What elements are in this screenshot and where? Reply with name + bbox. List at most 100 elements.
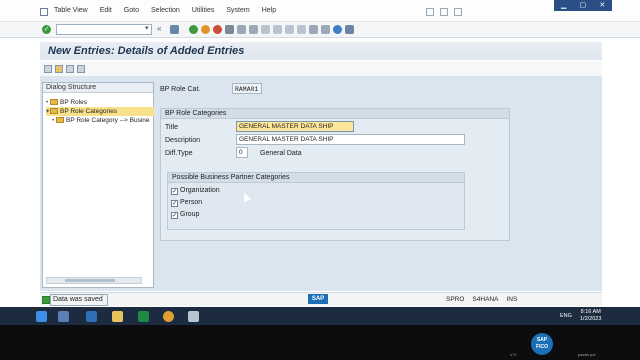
help-icon[interactable]: [454, 8, 462, 16]
bp-role-categories-group: BP Role Categories Title GENERAL MASTER …: [160, 108, 510, 241]
sap-logo: SAP: [308, 294, 328, 304]
difftype-field[interactable]: 0: [236, 147, 248, 158]
maximize-icon[interactable]: ▢: [573, 0, 592, 11]
prev-page-icon[interactable]: [273, 25, 282, 34]
last-page-icon[interactable]: [297, 25, 306, 34]
menu-list: Table View Edit Goto Selection Utilities…: [54, 7, 288, 14]
window-controls: ▁ ▢ ✕: [554, 0, 612, 11]
spro-label[interactable]: SPRO: [446, 296, 464, 303]
windows-taskbar: [0, 307, 505, 325]
menu-item-edit[interactable]: Edit: [100, 7, 112, 14]
tree-node-bp-roles[interactable]: • BP Roles: [46, 98, 87, 107]
main-area: Dialog Structure • BP Roles ▾ BP Role Cate…: [40, 77, 602, 291]
exit-icon[interactable]: [201, 25, 210, 34]
minimize-icon[interactable]: ▁: [554, 0, 573, 11]
checkbox-person[interactable]: ✓ Person: [171, 198, 202, 207]
find-icon[interactable]: [237, 25, 246, 34]
standard-toolbar: ✓ ▾ «: [0, 22, 640, 38]
menu-item-table-view[interactable]: Table View: [54, 7, 88, 14]
group-title: BP Role Categories: [161, 109, 509, 119]
application-toolbar: [40, 61, 602, 77]
sap-logon-icon[interactable]: [188, 311, 199, 322]
windows-start-icon[interactable]: [36, 311, 47, 322]
other-view-icon[interactable]: [55, 65, 63, 73]
menu-item-system[interactable]: System: [226, 7, 249, 14]
checkbox-icon[interactable]: ✓: [171, 188, 178, 195]
tree-node-bp-role-category-business[interactable]: • BP Role Category --> Busine: [52, 116, 150, 125]
folder-icon: [50, 99, 58, 105]
partner-group-title: Possible Business Partner Categories: [168, 173, 464, 183]
print-icon[interactable]: [225, 25, 234, 34]
mode-label: INS: [506, 296, 518, 303]
tree-horizontal-scrollbar[interactable]: [46, 277, 142, 284]
sap-fico-badge: SAP FICO: [531, 333, 553, 355]
save-icon[interactable]: [170, 25, 179, 34]
system-info: SPRO S4HANA INS: [446, 296, 517, 303]
delete-icon[interactable]: [66, 65, 74, 73]
file-icon[interactable]: [58, 311, 69, 322]
menu-item-utilities[interactable]: Utilities: [192, 7, 215, 14]
first-page-icon[interactable]: [261, 25, 270, 34]
scrollbar-thumb[interactable]: [65, 279, 115, 282]
layout-icon[interactable]: [426, 8, 434, 16]
clock-time: 8:16 AM: [580, 309, 601, 315]
new-session-icon[interactable]: [309, 25, 318, 34]
tree-header: Dialog Structure: [43, 83, 153, 93]
enter-icon[interactable]: ✓: [42, 25, 51, 34]
excel-icon[interactable]: [138, 311, 149, 322]
dialog-structure-tree: Dialog Structure • BP Roles ▾ BP Role Cate…: [42, 82, 154, 288]
menu-item-goto[interactable]: Goto: [124, 7, 139, 14]
display-change-icon[interactable]: [44, 65, 52, 73]
close-icon[interactable]: ✕: [593, 0, 612, 11]
title-label: Title: [165, 124, 178, 131]
page-title: New Entries: Details of Added Entries: [48, 45, 245, 57]
clock[interactable]: 8:16 AM 1/2/2023: [580, 309, 601, 323]
title-field[interactable]: GENERAL MASTER DATA SHIP: [236, 121, 354, 132]
description-label: Description: [165, 137, 201, 144]
success-icon: [42, 296, 50, 304]
customize-icon[interactable]: [440, 8, 448, 16]
cancel-icon[interactable]: [213, 25, 222, 34]
status-message: Data was saved: [53, 296, 103, 303]
checkbox-group[interactable]: ✓ Group: [171, 210, 199, 219]
command-field[interactable]: [56, 24, 152, 35]
difftype-label: Diff.Type: [165, 150, 193, 157]
checkbox-icon[interactable]: ✓: [171, 212, 178, 219]
command-dropdown-icon[interactable]: ▾: [145, 24, 149, 32]
toolbar-icons: [170, 25, 354, 34]
description-field[interactable]: GENERAL MASTER DATA SHIP: [236, 134, 465, 145]
find-next-icon[interactable]: [249, 25, 258, 34]
menu-item-help[interactable]: Help: [262, 7, 276, 14]
layout-menu-icon[interactable]: [345, 25, 354, 34]
menu-item-selection[interactable]: Selection: [151, 7, 180, 14]
language-indicator[interactable]: ENG: [560, 313, 572, 319]
system-label: S4HANA: [472, 296, 499, 303]
role-cat-field: RAMA01: [232, 83, 262, 94]
system-tray: ENG 8:16 AM 1/2/2023: [505, 307, 640, 325]
open-folder-icon: [50, 108, 58, 114]
help-toolbar-icon[interactable]: [333, 25, 342, 34]
status-bar: Data was saved SAP SPRO S4HANA INS: [40, 292, 602, 306]
folder-icon: [56, 117, 64, 123]
checkbox-organization[interactable]: ✓ Organization: [171, 186, 220, 195]
checkbox-icon[interactable]: ✓: [171, 200, 178, 207]
back-icon[interactable]: [189, 25, 198, 34]
clock-date: 1/2/2023: [580, 316, 602, 322]
role-cat-label: BP Role Cat.: [160, 86, 201, 93]
menu-toolbar-icons: [426, 8, 462, 16]
title-bar: New Entries: Details of Added Entries: [40, 42, 602, 60]
partner-categories-group: Possible Business Partner Categories ✓ Or…: [167, 172, 465, 230]
file-explorer-icon[interactable]: [112, 311, 123, 322]
chrome-icon[interactable]: [163, 311, 174, 322]
next-page-icon[interactable]: [285, 25, 294, 34]
overlay-right-label: pavan pol: [578, 352, 596, 357]
overlay-left-label: V C: [510, 352, 517, 357]
select-all-icon[interactable]: [77, 65, 85, 73]
menu-bar: Table View Edit Goto Selection Utilities…: [0, 0, 640, 22]
shortcut-icon[interactable]: [321, 25, 330, 34]
collapse-icon[interactable]: «: [157, 24, 161, 33]
powershell-icon[interactable]: [86, 311, 97, 322]
tree-node-bp-role-categories[interactable]: ▾ BP Role Categories: [46, 107, 154, 116]
sap-menu-icon[interactable]: [40, 8, 48, 16]
difftype-text: General Data: [260, 150, 302, 157]
